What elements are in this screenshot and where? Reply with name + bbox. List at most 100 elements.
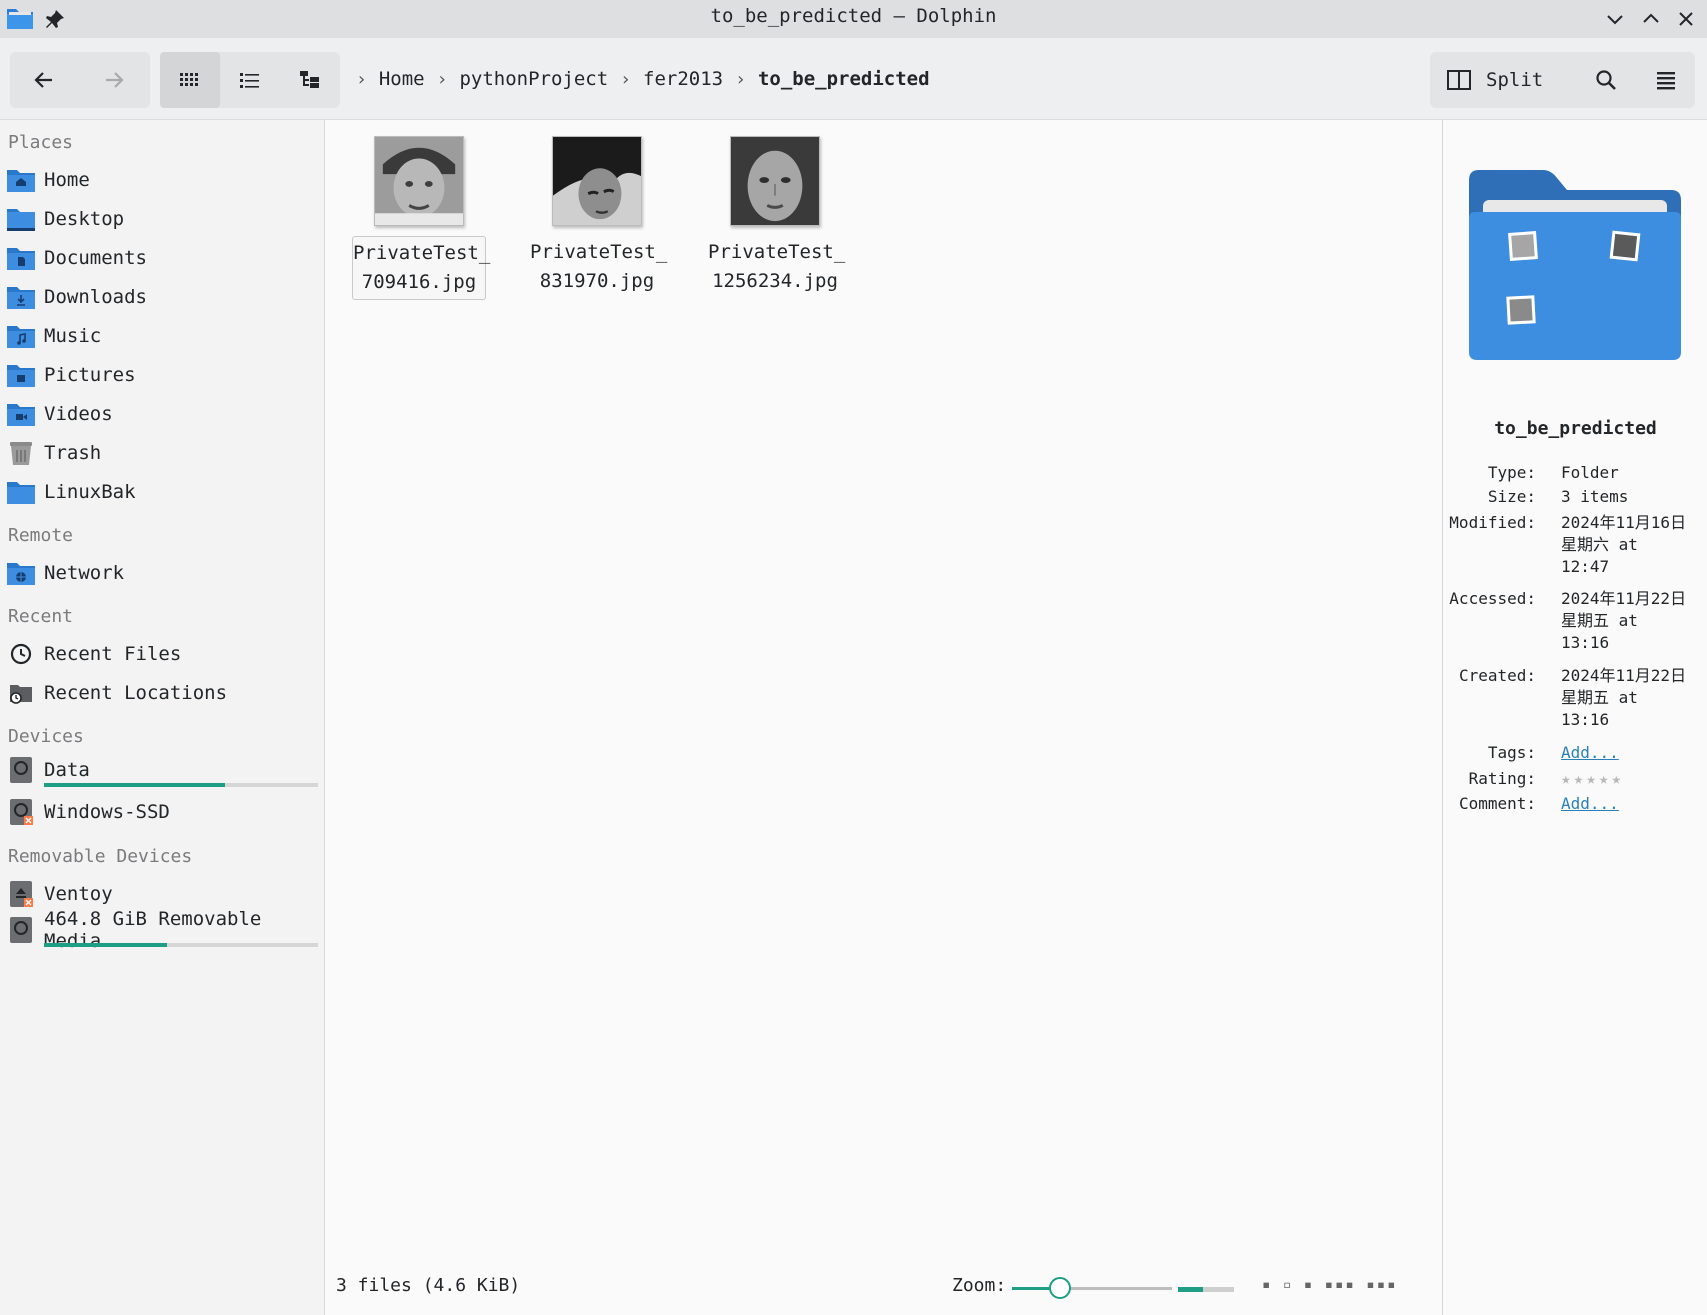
drive-icon (10, 917, 32, 943)
search-button[interactable] (1576, 52, 1636, 108)
sidebar-item-label: LinuxBak (44, 481, 136, 503)
close-icon[interactable] (1673, 6, 1699, 32)
sidebar-item-linuxbak[interactable]: LinuxBak (6, 474, 136, 510)
forward-button[interactable] (84, 52, 144, 108)
folder-desktop-icon (7, 209, 35, 231)
folder-downloads-icon (7, 287, 35, 309)
trash-icon (10, 442, 32, 465)
file-item-831970[interactable]: PrivateTest_ 831970.jpg (530, 136, 668, 298)
section-devices: Devices (8, 726, 84, 747)
free-space-fill (1178, 1287, 1204, 1292)
file-name: PrivateTest_ 1256234.jpg (708, 241, 846, 292)
sidebar-item-label: Windows-SSD (44, 801, 170, 823)
folder-pictures-icon (7, 365, 35, 387)
breadcrumb-home[interactable]: Home (379, 68, 425, 90)
chevron-right-icon: › (620, 68, 632, 90)
sidebar-item-ventoy[interactable]: Ventoy (6, 876, 113, 912)
title-bar: to_be_predicted — Dolphin (0, 0, 1707, 38)
icons-view-button[interactable] (160, 52, 220, 108)
sidebar-item-home[interactable]: Home (6, 162, 90, 198)
section-places: Places (8, 132, 74, 153)
clock-icon (10, 643, 32, 665)
arrow-left-icon (34, 72, 52, 88)
folder-videos-icon (7, 404, 35, 426)
rating-stars[interactable]: ★★★★★ (1561, 768, 1624, 790)
file-name: PrivateTest_ 709416.jpg (352, 236, 490, 300)
file-item-1256234[interactable]: PrivateTest_ 1256234.jpg (708, 136, 846, 298)
truncated-status-text: ▪ ▫ ▪ ▪▪▪ ▪▪▪ (1262, 1277, 1398, 1293)
menu-button[interactable] (1636, 52, 1696, 108)
sidebar-item-label: Ventoy (44, 883, 113, 905)
recent-locations-icon (10, 685, 32, 704)
removable-usage-fill (44, 943, 168, 947)
image-thumbnail (730, 136, 820, 226)
sidebar-item-network[interactable]: Network (6, 555, 124, 591)
folder-documents-icon (7, 248, 35, 270)
grid-icon (180, 73, 198, 86)
sidebar-item-music[interactable]: Music (6, 318, 101, 354)
file-view[interactable]: PrivateTest_ 709416.jpg PrivateTest_ 831… (326, 120, 1442, 1315)
sidebar-item-label: Videos (44, 403, 113, 425)
split-view-icon (1447, 70, 1471, 90)
maximize-icon[interactable] (1638, 6, 1664, 32)
sidebar-item-pictures[interactable]: Pictures (6, 357, 136, 393)
file-name: PrivateTest_ 831970.jpg (530, 241, 668, 292)
section-remote: Remote (8, 525, 74, 546)
sidebar-item-label: Downloads (44, 286, 147, 308)
breadcrumb-pythonproject[interactable]: pythonProject (459, 68, 608, 90)
chevron-right-icon: › (436, 68, 448, 90)
sidebar-item-documents[interactable]: Documents (6, 240, 147, 276)
breadcrumb-fer2013[interactable]: fer2013 (643, 68, 723, 90)
free-space-bar[interactable] (1178, 1287, 1234, 1292)
sidebar-item-label: Documents (44, 247, 147, 269)
status-bar: 3 files (4.6 KiB) Zoom: ▪ ▫ ▪ ▪▪▪ ▪▪▪ (326, 1265, 1442, 1315)
sidebar-item-recent-files[interactable]: Recent Files (6, 636, 181, 672)
removable-drive-icon (10, 881, 33, 907)
sidebar-item-label: Pictures (44, 364, 136, 386)
add-comment-link[interactable]: Add... (1561, 793, 1701, 815)
sidebar-item-label: Recent Locations (44, 682, 228, 704)
image-thumbnail (374, 136, 464, 226)
zoom-label: Zoom: (952, 1275, 1007, 1296)
removable-usage-bar (44, 943, 318, 947)
minimize-icon[interactable] (1602, 6, 1628, 32)
info-folder-name: to_be_predicted (1494, 418, 1657, 439)
sidebar-item-label: Desktop (44, 208, 125, 230)
drive-icon (10, 757, 32, 783)
folder-icon (7, 482, 35, 504)
breadcrumb: › Home › pythonProject › fer2013 › to_be… (344, 38, 930, 120)
sidebar-item-recent-locations[interactable]: Recent Locations (6, 675, 227, 711)
drive-unmounted-icon (10, 799, 33, 825)
image-thumbnail (552, 136, 642, 226)
arrow-right-icon (106, 72, 124, 88)
back-button[interactable] (14, 52, 74, 108)
sidebar-item-videos[interactable]: Videos (6, 396, 113, 432)
breadcrumb-current[interactable]: to_be_predicted (758, 68, 930, 90)
folder-music-icon (7, 326, 35, 348)
chevron-right-icon: › (356, 68, 367, 90)
hamburger-menu-icon (1657, 72, 1675, 90)
window-title: to_be_predicted — Dolphin (710, 5, 997, 27)
compact-view-button[interactable] (220, 52, 280, 108)
sidebar-item-label: Trash (44, 442, 102, 464)
sidebar-item-desktop[interactable]: Desktop (6, 201, 124, 237)
information-panel: to_be_predicted Type: Folder Size: 3 ite… (1442, 120, 1707, 1315)
tree-view-icon (300, 71, 319, 88)
section-recent: Recent (8, 606, 74, 627)
search-icon (1596, 70, 1616, 90)
sidebar-item-trash[interactable]: Trash (6, 435, 101, 471)
sidebar-item-label: Music (44, 325, 102, 347)
sidebar-item-label: Network (44, 562, 125, 584)
folder-preview-icon (1469, 170, 1681, 360)
sidebar-item-label: Data (44, 759, 90, 781)
chevron-right-icon: › (735, 68, 746, 90)
zoom-slider-handle[interactable] (1049, 1277, 1071, 1299)
add-tags-link[interactable]: Add... (1561, 742, 1701, 764)
split-label: Split (1486, 69, 1544, 91)
split-button[interactable]: Split (1430, 52, 1560, 108)
details-view-button[interactable] (280, 52, 340, 108)
sidebar-item-downloads[interactable]: Downloads (6, 279, 147, 315)
sidebar-item-windows-ssd[interactable]: Windows-SSD (6, 794, 170, 830)
file-item-709416[interactable]: PrivateTest_ 709416.jpg (352, 136, 490, 300)
sidebar-item-label: Recent Files (44, 643, 182, 665)
